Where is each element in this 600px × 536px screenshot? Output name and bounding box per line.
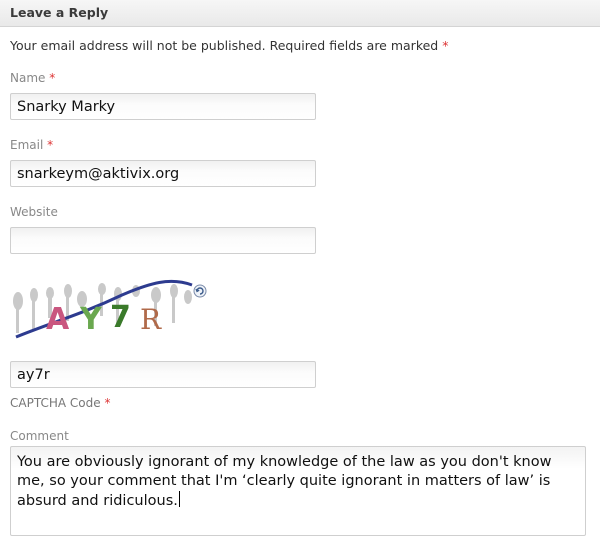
required-asterisk: *	[442, 38, 449, 53]
text-cursor	[178, 491, 180, 507]
captcha-graphic: A Y 7 R	[13, 279, 193, 339]
captcha-refresh-button[interactable]	[193, 283, 207, 302]
website-label: Website	[10, 205, 58, 219]
refresh-icon	[193, 284, 207, 298]
captcha-letter: 7	[110, 300, 131, 335]
name-input[interactable]: Snarky Marky	[10, 93, 316, 120]
reply-header: Leave a Reply	[0, 0, 600, 27]
email-label-text: Email	[10, 138, 44, 152]
captcha-image: A Y 7 R	[10, 279, 195, 341]
name-required-mark: *	[49, 71, 56, 85]
comment-textarea[interactable]: You are obviously ignorant of my knowled…	[10, 446, 586, 536]
reply-title: Leave a Reply	[10, 5, 109, 20]
captcha-required-mark: *	[104, 396, 111, 410]
captcha-label: CAPTCHA Code *	[10, 396, 110, 410]
captcha-label-text: CAPTCHA Code	[10, 396, 101, 410]
required-notice-text: Your email address will not be published…	[10, 38, 439, 53]
comment-label: Comment	[10, 429, 69, 443]
website-input[interactable]	[10, 227, 316, 254]
captcha-letter: A	[46, 302, 70, 337]
name-label: Name *	[10, 71, 55, 85]
captcha-input[interactable]: ay7r	[10, 361, 316, 388]
captcha-letter: R	[140, 303, 162, 336]
website-label-text: Website	[10, 205, 58, 219]
comment-text: You are obviously ignorant of my knowled…	[17, 454, 552, 509]
comment-label-text: Comment	[10, 429, 69, 443]
email-required-mark: *	[47, 138, 54, 152]
name-label-text: Name	[10, 71, 46, 85]
email-input[interactable]: snarkeym@aktivix.org	[10, 160, 316, 187]
email-label: Email *	[10, 138, 53, 152]
required-notice: Your email address will not be published…	[10, 38, 448, 53]
captcha-letter: Y	[79, 302, 103, 337]
